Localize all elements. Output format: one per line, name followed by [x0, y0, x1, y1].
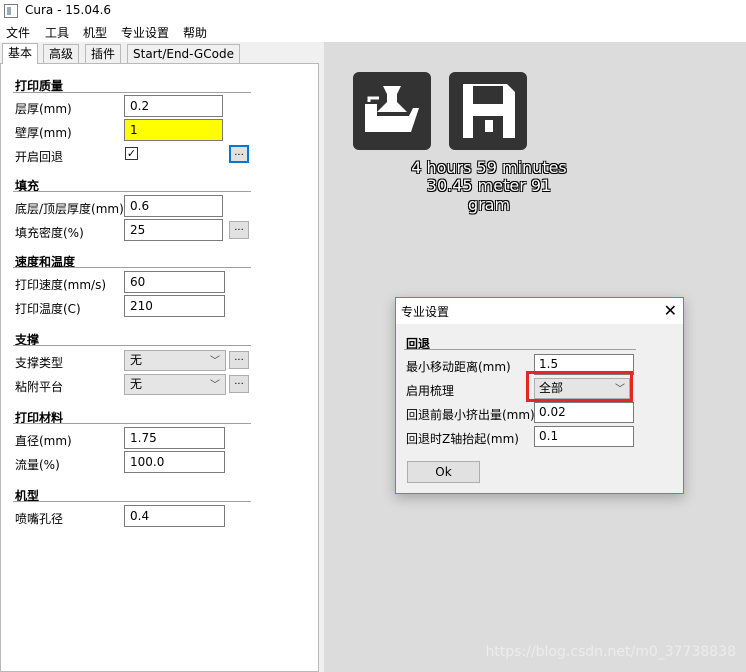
dialog-titlebar: 专业设置 ✕ [396, 298, 683, 324]
save-toolpath-button[interactable] [449, 72, 527, 150]
support-type-select[interactable]: 无 ﹀ [124, 350, 226, 371]
floppy-disk-icon [463, 84, 515, 138]
print-temperature-label: 打印温度(C) [15, 302, 81, 316]
menu-help[interactable]: 帮助 [183, 24, 207, 41]
diameter-input[interactable]: 1.75 [124, 427, 225, 449]
bottom-top-thickness-label: 底层/顶层厚度(mm) [15, 202, 124, 216]
basic-settings-panel: 打印质量 层厚(mm) 0.2 壁厚(mm) 1 开启回退 ✓ ... 填充 底… [0, 63, 319, 672]
adhesion-more-button[interactable]: ... [229, 375, 249, 393]
print-temperature-input[interactable]: 210 [124, 295, 225, 317]
min-extrusion-label: 回退前最小挤出量(mm) [406, 408, 535, 422]
retraction-more-button[interactable]: ... [229, 145, 249, 163]
window-titlebar: Cura - 15.04.6 [0, 0, 746, 22]
combing-label: 启用梳理 [406, 384, 455, 398]
ok-button[interactable]: Ok [407, 461, 480, 483]
z-hop-label: 回退时Z轴抬起(mm) [406, 432, 519, 446]
fill-more-button[interactable]: ... [229, 221, 249, 239]
cura-app-icon [4, 4, 18, 18]
flow-label: 流量(%) [15, 458, 60, 472]
section-divider [13, 92, 251, 93]
print-time-text: 4 hours 59 minutes [411, 158, 567, 177]
tab-plugins[interactable]: 插件 [85, 44, 122, 64]
platform-adhesion-label: 粘附平台 [15, 380, 64, 394]
dialog-body: 回退 最小移动距离(mm) 1.5 启用梳理 全部 ﹀ 回退前最小挤出量(mm)… [396, 324, 683, 494]
platform-adhesion-select[interactable]: 无 ﹀ [124, 374, 226, 395]
bottom-top-thickness-input[interactable]: 0.6 [124, 195, 223, 217]
menu-machine[interactable]: 机型 [83, 24, 107, 41]
load-model-button[interactable] [353, 72, 431, 150]
support-type-label: 支撑类型 [15, 356, 64, 370]
retraction-checkbox[interactable]: ✓ [125, 147, 138, 160]
menu-expert[interactable]: 专业设置 [121, 24, 169, 41]
nozzle-size-label: 喷嘴孔径 [15, 512, 64, 526]
print-speed-input[interactable]: 60 [124, 271, 225, 293]
fill-density-label: 填充密度(%) [15, 226, 84, 240]
section-divider [13, 267, 251, 268]
section-divider [13, 345, 251, 346]
shell-thickness-label: 壁厚(mm) [15, 126, 72, 140]
platform-adhesion-value: 无 [130, 377, 143, 391]
tab-start-end-gcode[interactable]: Start/End-GCode [127, 44, 240, 64]
menu-tools[interactable]: 工具 [45, 24, 69, 41]
fill-density-input[interactable]: 25 [124, 219, 223, 241]
load-model-icon [365, 86, 419, 132]
callout-highlight-box [526, 371, 633, 402]
layer-height-input[interactable]: 0.2 [124, 95, 223, 117]
section-divider [404, 349, 636, 350]
diameter-label: 直径(mm) [15, 434, 72, 448]
material-usage-text: 30.45 meter 91 gram [426, 176, 552, 214]
print-speed-label: 打印速度(mm/s) [15, 278, 107, 292]
expert-settings-dialog: 专业设置 ✕ 回退 最小移动距离(mm) 1.5 启用梳理 全部 ﹀ 回退前最小… [395, 297, 684, 494]
min-travel-label: 最小移动距离(mm) [406, 360, 511, 374]
menubar: 文件 工具 机型 专业设置 帮助 [0, 22, 746, 42]
min-extrusion-input[interactable]: 0.02 [534, 402, 634, 423]
section-divider [13, 501, 251, 502]
section-divider [13, 191, 251, 192]
dialog-title: 专业设置 [401, 305, 450, 319]
layer-height-label: 层厚(mm) [15, 102, 72, 116]
tab-advanced[interactable]: 高级 [43, 44, 80, 64]
flow-input[interactable]: 100.0 [124, 451, 225, 473]
chevron-down-icon: ﹀ [210, 356, 220, 367]
menu-file[interactable]: 文件 [6, 24, 30, 41]
nozzle-size-input[interactable]: 0.4 [124, 505, 225, 527]
support-more-button[interactable]: ... [229, 351, 249, 369]
window-title: Cura - 15.04.6 [25, 3, 112, 17]
shell-thickness-input[interactable]: 1 [124, 119, 223, 141]
watermark: https://blog.csdn.net/m0_37738838 [485, 644, 736, 660]
tab-basic[interactable]: 基本 [2, 43, 39, 64]
section-divider [13, 423, 251, 424]
retraction-label: 开启回退 [15, 150, 64, 164]
chevron-down-icon: ﹀ [210, 380, 220, 391]
settings-tabs: 基本 高级 插件 Start/End-GCode [0, 43, 320, 64]
support-type-value: 无 [130, 353, 143, 367]
close-icon[interactable]: ✕ [664, 301, 677, 320]
z-hop-input[interactable]: 0.1 [534, 426, 634, 447]
